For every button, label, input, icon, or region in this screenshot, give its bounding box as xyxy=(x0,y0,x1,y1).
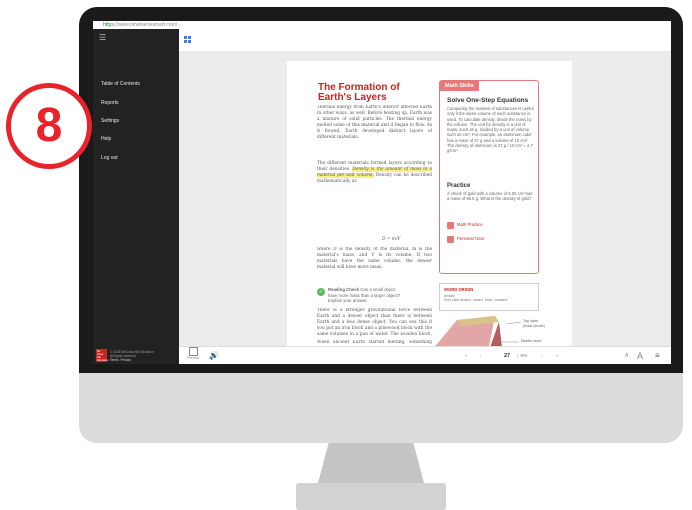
sidebar-item-reports[interactable]: Reports xyxy=(101,100,119,106)
earth-layers-figure: Top layer (least dense) Middle layer xyxy=(427,316,547,346)
total-pages: / 499 xyxy=(517,353,528,358)
math-practice-link[interactable]: Math Practice xyxy=(447,221,527,231)
sidebar-item-log-out[interactable]: Log out xyxy=(101,155,118,161)
math-skills-title: Solve One-Step Equations xyxy=(447,97,529,104)
word-origin-box: WORD ORIGIN density from Latin densus, m… xyxy=(439,283,539,311)
figure-label-middle: Middle layer xyxy=(521,339,542,343)
paragraph-1: Thermal energy from Earth's interior aff… xyxy=(317,105,432,140)
publisher-logo: Mc Graw Hill Education xyxy=(96,349,109,362)
sidebar-item-help[interactable]: Help xyxy=(101,136,111,142)
check-icon: ✓ xyxy=(317,288,325,296)
reading-check-title: Reading Check xyxy=(328,287,360,292)
sidebar-footer: Mc Graw Hill Education © 2018 McGraw-Hil… xyxy=(93,346,179,364)
word-origin-text: density from Latin densus, means "thick,… xyxy=(444,294,508,302)
math-skills-body: Comparing the masses of substances is us… xyxy=(447,106,534,154)
top-toolbar xyxy=(179,29,671,51)
practice-title: Practice xyxy=(447,183,471,189)
paragraph-3: where D is the density of the material, … xyxy=(317,247,432,270)
privacy-link[interactable]: Privacy xyxy=(120,358,130,362)
word-origin-origin: from Latin densus, means "thick, crowded… xyxy=(444,298,509,303)
audio-icon[interactable]: 🔊 xyxy=(209,347,219,364)
personal-tutor-icon xyxy=(447,236,454,243)
screen: https://www.mhebarnesmart.com/... ☰ Tabl… xyxy=(93,21,671,364)
math-skills-box: Math Skills Solve One-Step Equations Com… xyxy=(439,80,539,274)
monitor-chin xyxy=(79,373,683,443)
math-practice-icon xyxy=(447,222,454,229)
first-page-button[interactable]: « xyxy=(465,347,468,364)
math-skills-tag: Math Skills xyxy=(440,81,479,91)
preview-button[interactable]: Preview xyxy=(187,344,199,360)
hamburger-menu-icon[interactable]: ☰ xyxy=(99,33,106,42)
density-equation: D = m/V xyxy=(382,237,401,242)
paragraph-4: There is a stronger gravitational force … xyxy=(317,308,432,337)
figure-label-top-note: (least dense) xyxy=(523,324,545,328)
grid-view-icon[interactable] xyxy=(184,36,191,43)
preview-icon xyxy=(188,347,198,356)
monitor-base xyxy=(296,483,446,510)
personal-tutor-link[interactable]: Personal Tutor xyxy=(447,235,527,245)
increase-font-button[interactable]: A xyxy=(637,347,643,364)
address-bar[interactable]: https://www.mhebarnesmart.com/... xyxy=(93,21,671,29)
copyright-text: © 2018 McGraw-Hill Education All rights … xyxy=(110,350,154,362)
url-text: ://www.mhebarnesmart.com/... xyxy=(113,22,182,28)
next-page-button[interactable]: › xyxy=(541,347,543,364)
figure-label-top: Top layer xyxy=(523,319,539,323)
sidebar-item-table-of-contents[interactable]: Table of Contents xyxy=(101,81,140,87)
url-protocol: https xyxy=(103,22,114,28)
bottom-toolbar: Preview 🔊 « ‹ 27 / 499 › » A A ≡ xyxy=(179,346,671,364)
monitor-stand xyxy=(318,443,424,483)
terms-link[interactable]: Terms xyxy=(110,358,119,362)
preview-label: Preview xyxy=(187,356,200,360)
paragraph-2: The different materials formed layers ac… xyxy=(317,161,433,185)
math-practice-label: Math Practice xyxy=(457,222,483,227)
personal-tutor-label: Personal Tutor xyxy=(457,236,485,241)
practice-body: A chunk of gold with a volume of 5.00 cm… xyxy=(447,191,533,202)
page-title-line2: Earth's Layers xyxy=(318,91,387,103)
previous-page-button[interactable]: ‹ xyxy=(480,347,482,364)
menu-icon[interactable]: ≡ xyxy=(655,347,660,364)
reading-check-text: Reading Check Can a small object have mo… xyxy=(328,287,404,304)
sidebar-item-settings[interactable]: Settings xyxy=(101,118,119,124)
last-page-button[interactable]: » xyxy=(556,347,559,364)
book-page: The Formation of Earth's Layers Thermal … xyxy=(287,61,572,346)
step-number-badge: 8 xyxy=(6,83,92,169)
page-number-input[interactable]: 27 xyxy=(500,352,514,360)
word-origin-title: WORD ORIGIN xyxy=(444,287,474,292)
decrease-font-button[interactable]: A xyxy=(625,347,628,364)
page-title: The Formation of Earth's Layers xyxy=(318,83,400,102)
sidebar: ☰ Table of Contents Reports Settings Hel… xyxy=(93,29,179,346)
